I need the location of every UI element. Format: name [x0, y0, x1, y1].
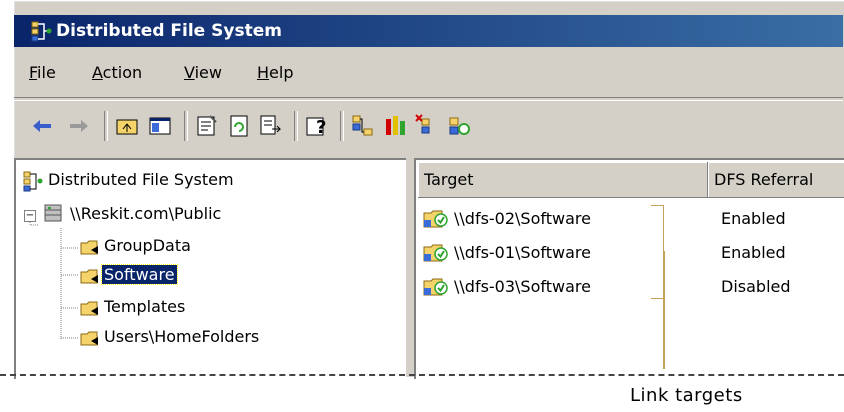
collapse-toggle[interactable]: − [24, 210, 36, 222]
callout-label: Link targets [630, 385, 743, 406]
remove-root-icon[interactable] [414, 113, 440, 139]
row-referral: Enabled [721, 243, 786, 262]
tree-lines [29, 212, 79, 340]
tree-namespace[interactable]: \\Reskit.com\Public [68, 204, 223, 223]
list-pane[interactable]: Target DFS Referral \\dfs-02\Software En… [414, 158, 844, 379]
dfs-icon [31, 21, 52, 42]
tree-root[interactable]: Distributed File System [46, 170, 236, 189]
title-bar[interactable]: Distributed File System [14, 15, 843, 47]
toolbar-separator [184, 111, 188, 141]
up-folder-icon[interactable] [114, 113, 140, 139]
properties-icon[interactable] [194, 113, 220, 139]
table-row[interactable]: \\dfs-02\Software Enabled [416, 204, 844, 234]
help-icon[interactable]: ? [304, 113, 330, 139]
menu-action[interactable]: Action [92, 63, 142, 82]
column-header-target[interactable]: Target [418, 162, 708, 198]
column-header-dfs-referral[interactable]: DFS Referral [708, 162, 844, 198]
show-hide-tree-icon[interactable] [147, 113, 173, 139]
link-folder-icon [80, 301, 98, 316]
table-row[interactable]: \\dfs-03\Software Disabled [416, 272, 844, 302]
dfs-window: Distributed File System File Action View… [13, 0, 844, 379]
menu-view[interactable]: View [184, 63, 222, 82]
forward-arrow-icon[interactable] [66, 113, 92, 139]
tree-pane[interactable]: Distributed File System − \\Reskit.com\P… [14, 158, 408, 379]
window-title: Distributed File System [56, 21, 282, 41]
menu-file[interactable]: File [29, 63, 56, 82]
link-folder-icon [80, 331, 98, 346]
svg-text:?: ? [316, 117, 326, 138]
dashed-cutoff-line [0, 374, 844, 376]
menu-bar: File Action View Help [14, 53, 843, 93]
row-target: \\dfs-02\Software [454, 209, 591, 228]
tree-link-software[interactable]: Software [101, 264, 178, 285]
toolbar-separator [294, 111, 298, 141]
pane-splitter[interactable] [406, 158, 414, 377]
tree-link-templates[interactable]: Templates [102, 297, 187, 316]
check-status-icon[interactable] [446, 113, 472, 139]
back-arrow-icon[interactable] [29, 113, 55, 139]
menu-help[interactable]: Help [257, 63, 293, 82]
refresh-icon[interactable] [226, 113, 252, 139]
toolbar: ? [14, 101, 843, 149]
link-folder-icon [80, 269, 98, 284]
dfs-root-icon [44, 204, 62, 222]
tree-link-users-homefolders[interactable]: Users\HomeFolders [102, 327, 261, 346]
toolbar-separator [104, 111, 108, 141]
replica-ok-icon [423, 244, 448, 262]
table-row[interactable]: \\dfs-01\Software Enabled [416, 238, 844, 268]
row-referral: Disabled [721, 277, 791, 296]
replica-ok-icon [423, 210, 448, 228]
row-referral: Enabled [721, 209, 786, 228]
row-target: \\dfs-01\Software [454, 243, 591, 262]
export-list-icon[interactable] [258, 113, 284, 139]
callout-leader-line [663, 251, 665, 369]
row-target: \\dfs-03\Software [454, 277, 591, 296]
replica-ok-icon [423, 278, 448, 296]
dfs-icon [23, 171, 43, 192]
link-folder-icon [80, 240, 98, 255]
new-root-icon[interactable] [350, 113, 376, 139]
tree-link-groupdata[interactable]: GroupData [102, 236, 193, 255]
status-icon[interactable] [382, 113, 408, 139]
toolbar-separator [340, 111, 344, 141]
